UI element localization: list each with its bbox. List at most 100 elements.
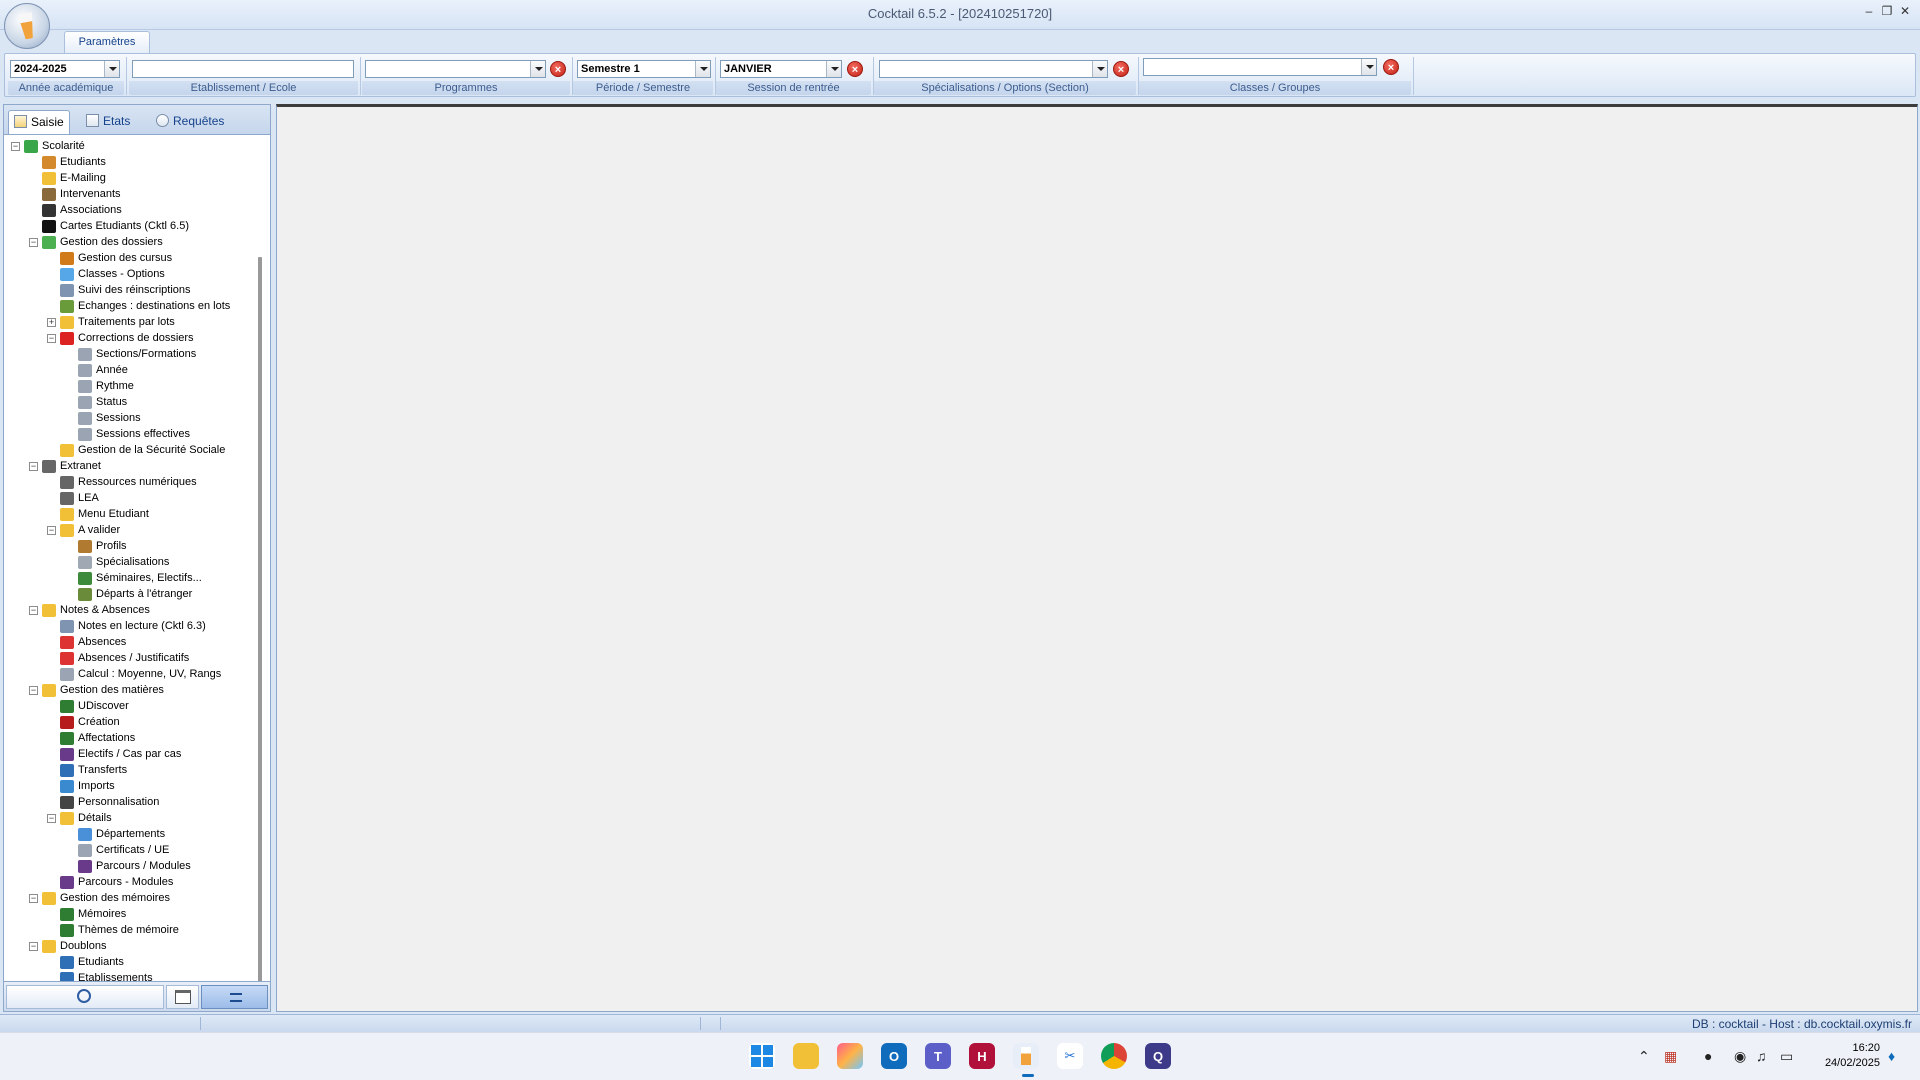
taskbar-clock[interactable]: 16:20 24/02/2025 xyxy=(1825,1041,1880,1071)
tree-expander[interactable]: − xyxy=(29,894,38,903)
specialisations-combo[interactable] xyxy=(879,60,1108,78)
tree-item-label: Imports xyxy=(78,780,115,792)
tree-item-icon xyxy=(60,764,74,777)
list-view-button[interactable] xyxy=(201,985,268,1009)
search-icon xyxy=(77,989,91,1003)
chevron-down-icon[interactable] xyxy=(826,61,841,77)
snipping-tool-icon[interactable]: ✂ xyxy=(1057,1043,1083,1069)
restore-icon[interactable]: ❐ xyxy=(1878,4,1896,18)
microphone-icon[interactable]: ● xyxy=(1704,1048,1712,1064)
h-app-icon[interactable]: H xyxy=(969,1043,995,1069)
photos-app-icon[interactable] xyxy=(837,1043,863,1069)
chevron-down-icon[interactable] xyxy=(1361,59,1376,75)
tree-item-icon xyxy=(78,412,92,425)
etablissement-field[interactable] xyxy=(132,60,354,78)
q-app-icon[interactable]: Q xyxy=(1145,1043,1171,1069)
tree-item-icon xyxy=(60,876,74,889)
tree-item-label: Gestion des cursus xyxy=(78,252,173,264)
tree-item-label: LEA xyxy=(78,492,99,504)
ribbon-tab-parametres[interactable]: Paramètres xyxy=(64,31,150,53)
tree-item-icon xyxy=(42,220,56,233)
clear-specialisations-icon[interactable]: × xyxy=(1113,61,1129,77)
tree-item-label: Détails xyxy=(78,812,112,824)
programmes-combo[interactable] xyxy=(365,60,546,78)
classes-label: Classes / Groupes xyxy=(1139,81,1411,95)
tree-item-label: Profils xyxy=(96,540,127,552)
chevron-down-icon[interactable] xyxy=(104,61,119,77)
tree-item-icon xyxy=(42,236,56,249)
tree-item-label: Associations xyxy=(60,204,122,216)
chrome-icon[interactable] xyxy=(1101,1043,1127,1069)
tree-scrollbar[interactable] xyxy=(258,257,262,1011)
tree-expander[interactable]: − xyxy=(47,526,56,535)
tree-item-icon xyxy=(78,380,92,393)
tree-expander[interactable]: − xyxy=(29,462,38,471)
tree-item-label: Création xyxy=(78,716,120,728)
gift-tray-icon[interactable]: ▦ xyxy=(1664,1048,1677,1065)
tree-item-icon xyxy=(60,700,74,713)
tree-item-label: Année xyxy=(96,364,128,376)
list-icon xyxy=(230,993,242,1002)
tree-expander[interactable]: − xyxy=(29,238,38,247)
tree-item-label: Rythme xyxy=(96,380,134,392)
clear-classes-icon[interactable]: × xyxy=(1383,59,1399,75)
tree-expander[interactable]: − xyxy=(47,814,56,823)
volume-muted-icon[interactable]: ♫ xyxy=(1756,1048,1767,1064)
ribbon-group-programmes: × Programmes xyxy=(362,57,573,95)
teams-icon[interactable]: T xyxy=(925,1043,951,1069)
tree-item-label: E-Mailing xyxy=(60,172,106,184)
tree-item-icon xyxy=(78,556,92,569)
tree-item-icon xyxy=(60,268,74,281)
tree-expander[interactable]: − xyxy=(29,686,38,695)
chevron-down-icon[interactable] xyxy=(695,61,710,77)
minimize-icon[interactable]: – xyxy=(1860,4,1878,18)
search-button[interactable] xyxy=(6,985,164,1009)
ribbon-group-periode: Semestre 1 Période / Semestre xyxy=(573,57,716,95)
clear-programmes-icon[interactable]: × xyxy=(550,61,566,77)
tab-etats[interactable]: Etats xyxy=(81,110,139,134)
tab-etats-label: Etats xyxy=(103,114,131,128)
tree-item-label: A valider xyxy=(78,524,121,536)
tree-item-icon xyxy=(42,172,56,185)
tree-item-icon xyxy=(78,828,92,841)
ribbon-panel: 2024-2025 Année académique Etablissement… xyxy=(4,53,1916,97)
tree-item-icon xyxy=(60,716,74,729)
network-icon[interactable]: ◉ xyxy=(1734,1048,1746,1065)
tree-expander[interactable]: + xyxy=(47,318,56,327)
tree-expander[interactable]: − xyxy=(11,142,20,151)
tree-item-icon xyxy=(60,972,74,981)
tab-saisie-label: Saisie xyxy=(31,115,64,129)
tree-expander[interactable]: − xyxy=(29,942,38,951)
tree-item-label: Notes en lecture (Cktl 6.3) xyxy=(78,620,206,632)
programmes-label: Programmes xyxy=(362,81,570,95)
file-explorer-icon[interactable] xyxy=(793,1043,819,1069)
tree-item-label: Sessions xyxy=(96,412,141,424)
annee-combo[interactable]: 2024-2025 xyxy=(10,60,120,78)
tree-item-label: Intervenants xyxy=(60,188,121,200)
tree-expander[interactable]: − xyxy=(47,334,56,343)
calendar-button[interactable] xyxy=(166,985,199,1009)
classes-combo[interactable] xyxy=(1143,58,1377,76)
tree-item-label: Départements xyxy=(96,828,166,840)
battery-icon[interactable]: ▭ xyxy=(1780,1048,1793,1065)
close-icon[interactable]: ✕ xyxy=(1896,4,1914,18)
chevron-up-icon[interactable]: ⌃ xyxy=(1638,1048,1650,1065)
cocktail-app-icon[interactable] xyxy=(1013,1043,1039,1069)
chevron-down-icon[interactable] xyxy=(1092,61,1107,77)
periode-combo[interactable]: Semestre 1 xyxy=(577,60,711,78)
outlook-icon[interactable]: O xyxy=(881,1043,907,1069)
tab-saisie[interactable]: Saisie xyxy=(8,110,70,134)
tree-item-icon xyxy=(60,508,74,521)
tree-expander[interactable]: − xyxy=(29,606,38,615)
tree-item-label: Status xyxy=(96,396,128,408)
session-combo[interactable]: JANVIER xyxy=(720,60,842,78)
document-icon xyxy=(86,114,99,127)
app-logo-button[interactable] xyxy=(4,3,50,49)
tree-item-icon xyxy=(60,908,74,921)
notification-bell-icon[interactable]: ♦ xyxy=(1888,1048,1895,1064)
tab-requetes[interactable]: Requêtes xyxy=(151,110,231,134)
tree-item-label: Certificats / UE xyxy=(96,844,170,856)
chevron-down-icon[interactable] xyxy=(530,61,545,77)
windows-start-icon[interactable] xyxy=(749,1043,775,1069)
clear-session-icon[interactable]: × xyxy=(847,61,863,77)
